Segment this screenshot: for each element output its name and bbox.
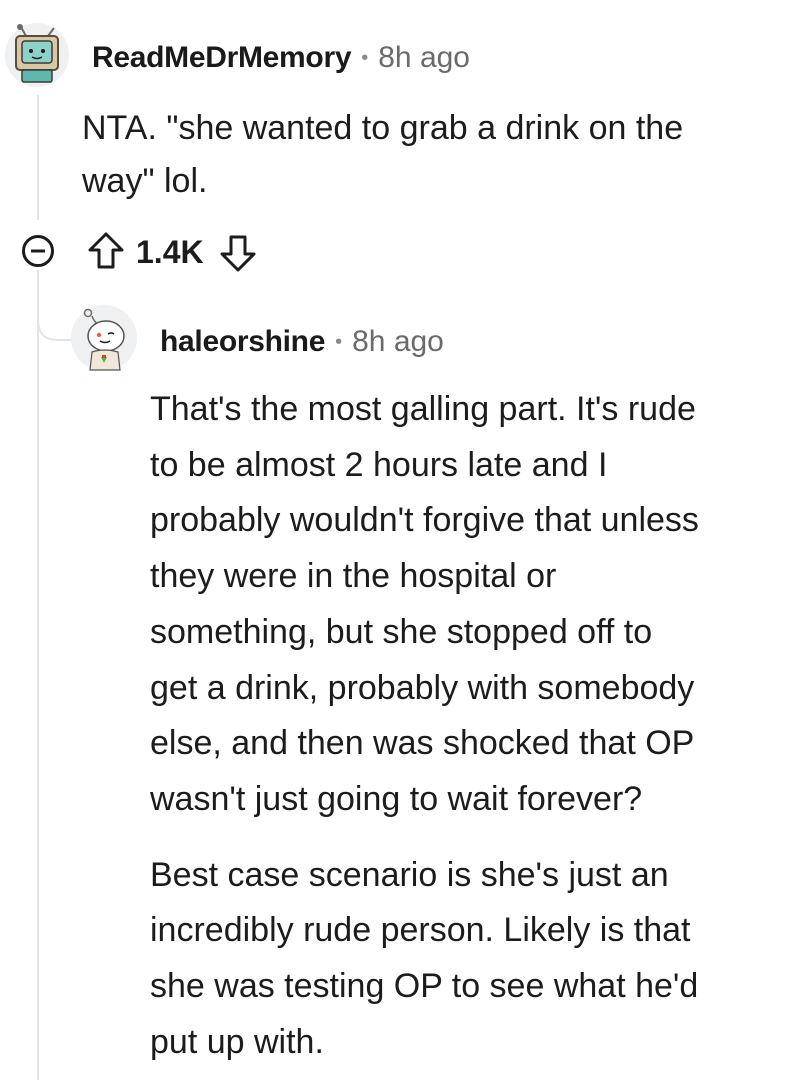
meta-separator: • — [335, 330, 343, 353]
reply-text-line: else, and then was shocked that OP — [150, 724, 695, 763]
vote-count: 1.4K — [136, 234, 204, 270]
reply-text-line: she was testing OP to see what he'd — [150, 967, 699, 1006]
reply-text-line: probably wouldn't forgive that unless — [150, 501, 699, 540]
reply-text-line: incredibly rude person. Likely is that — [150, 911, 691, 950]
comment-author[interactable]: ReadMeDrMemory — [92, 41, 352, 75]
comment-text-line: way" lol. — [82, 162, 208, 200]
reply-header: haleorshine • 8h ago — [160, 322, 444, 362]
meta-separator: • — [361, 46, 369, 69]
comment-timestamp: 8h ago — [378, 41, 470, 74]
reply-text-line: to be almost 2 hours late and I — [150, 445, 608, 484]
comment-text-line: NTA. "she wanted to grab a drink on the — [82, 109, 684, 147]
reply-text-line: That's the most galling part. It's rude — [150, 390, 696, 428]
reply-paragraph-2: Best case scenario is she's just an incr… — [150, 848, 790, 1071]
upvote-arrow-icon[interactable] — [86, 230, 126, 272]
commenter-avatar[interactable] — [4, 22, 70, 88]
thread-line-lower — [37, 270, 39, 1080]
reply-author[interactable]: haleorshine — [160, 325, 325, 359]
reply-text-line: they were in the hospital or — [150, 557, 557, 596]
reply-timestamp: 8h ago — [352, 325, 444, 358]
reply-text-line: get a drink, probably with somebody — [150, 668, 695, 707]
reply-avatar[interactable] — [70, 304, 138, 372]
collapse-icon[interactable] — [20, 233, 56, 269]
reply-text-line: something, but she stopped off to — [150, 612, 653, 651]
reply-text-line: Best case scenario is she's just an — [150, 855, 669, 894]
reply-paragraph-1: That's the most galling part. It's rude … — [150, 382, 790, 828]
reply-text-line: wasn't just going to wait forever? — [150, 779, 643, 818]
downvote-arrow-icon[interactable] — [218, 232, 258, 274]
reply-body: That's the most galling part. It's rude … — [150, 382, 790, 1070]
comment-body: NTA. "she wanted to grab a drink on the … — [82, 102, 782, 208]
reply-text-line: put up with. — [150, 1022, 324, 1061]
comment-header: ReadMeDrMemory • 8h ago — [92, 38, 470, 78]
thread-line-main — [37, 95, 39, 220]
